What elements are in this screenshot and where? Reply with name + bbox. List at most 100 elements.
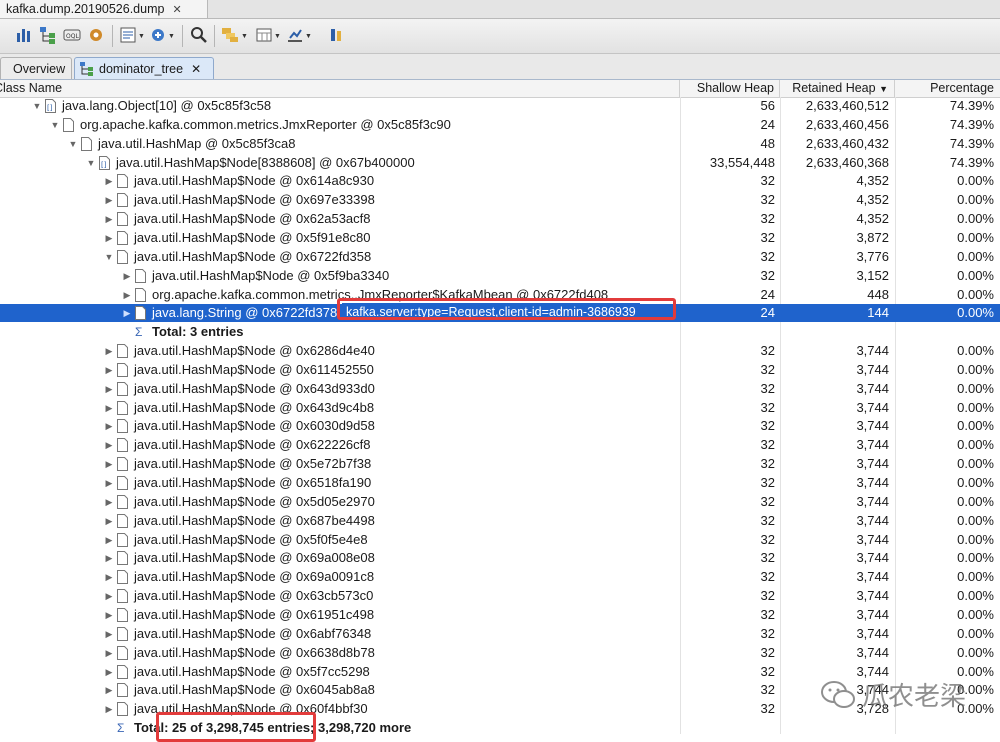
expand-icon[interactable]: ▶ — [103, 455, 115, 473]
expand-icon[interactable]: ▶ — [103, 587, 115, 605]
tab-overview[interactable]: Overview — [0, 57, 72, 79]
expand-icon[interactable]: ▶ — [103, 342, 115, 360]
tab-dominator-tree[interactable]: dominator_tree ✕ — [74, 57, 214, 79]
expand-icon[interactable]: ▶ — [103, 436, 115, 454]
collapse-icon[interactable]: ▼ — [31, 97, 43, 115]
pin-icon[interactable] — [327, 25, 347, 45]
total-row[interactable]: Σ Total: 3 entries — [0, 323, 1000, 341]
oql-icon[interactable]: OQL — [62, 25, 82, 45]
table-row[interactable]: ▼ org.apache.kafka.common.metrics.JmxRepo… — [0, 116, 1000, 134]
table-row[interactable]: ▶ java.util.HashMap$Node @ 0x643d933d0 32 3… — [0, 380, 1000, 398]
close-icon[interactable]: ✕ — [191, 62, 201, 76]
column-header-shallow-heap[interactable]: Shallow Heap — [680, 80, 780, 97]
expand-icon[interactable]: ▶ — [103, 663, 115, 681]
table-row[interactable]: ▶ java.util.HashMap$Node @ 0x69a008e08 32 3… — [0, 549, 1000, 567]
table-row[interactable]: ▶ java.util.HashMap$Node @ 0x5e72b7f38 32 3… — [0, 455, 1000, 473]
percentage-value: 74.39% — [949, 155, 994, 170]
expand-icon[interactable]: ▶ — [103, 229, 115, 247]
collapse-icon[interactable]: ▼ — [85, 154, 97, 172]
column-header-retained-heap[interactable]: Retained Heap ▼ — [780, 80, 895, 97]
expand-icon[interactable]: ▶ — [103, 493, 115, 511]
object-name: java.util.HashMap$Node @ 0x69a008e08 — [134, 550, 375, 565]
expand-icon[interactable]: ▶ — [103, 210, 115, 228]
object-name: java.util.HashMap$Node @ 0x6abf76348 — [134, 626, 372, 641]
object-name: java.lang.Object[10] @ 0x5c85f3c58 — [62, 98, 272, 113]
expand-icon[interactable]: ▶ — [103, 606, 115, 624]
table-row[interactable]: ▶ java.util.HashMap$Node @ 0x6030d9d58 32 3… — [0, 417, 1000, 435]
expand-icon[interactable]: ▶ — [103, 417, 115, 435]
expand-icon[interactable]: ▶ — [103, 681, 115, 699]
histogram-icon[interactable] — [14, 25, 34, 45]
query-browser-icon[interactable] — [148, 25, 168, 45]
object-name: java.util.HashMap$Node @ 0x62a53acf8 — [134, 211, 371, 226]
column-header-percentage[interactable]: Percentage — [895, 80, 1000, 97]
expand-icon[interactable]: ▶ — [103, 700, 115, 718]
table-row[interactable]: ▶ java.util.HashMap$Node @ 0x61951c498 32 3… — [0, 606, 1000, 624]
editor-tab-dump-file[interactable]: kafka.dump.20190526.dump ✕ — [0, 0, 208, 18]
table-row[interactable]: ▶ java.util.HashMap$Node @ 0x62a53acf8 32 4… — [0, 210, 1000, 228]
object-icon — [117, 419, 128, 433]
total-row[interactable]: Σ Total: 25 of 3,298,745 entries; 3,298,7… — [0, 719, 1000, 734]
table-row[interactable]: ▶ java.util.HashMap$Node @ 0x5d05e2970 32 3… — [0, 493, 1000, 511]
collapse-icon[interactable]: ▼ — [49, 116, 61, 134]
table-row[interactable]: ▶ java.util.HashMap$Node @ 0x687be4498 32 3… — [0, 512, 1000, 530]
object-icon — [135, 288, 146, 302]
collapse-icon[interactable]: ▼ — [103, 248, 115, 266]
reports-icon[interactable] — [118, 25, 138, 45]
table-row[interactable]: ▼ java.util.HashMap$Node @ 0x6722fd358 32 3… — [0, 248, 1000, 266]
table-row[interactable]: ▶ java.util.HashMap$Node @ 0x6638d8b78 32 3… — [0, 644, 1000, 662]
expand-icon[interactable]: ▶ — [103, 399, 115, 417]
table-row[interactable]: ▶ java.util.HashMap$Node @ 0x643d9c4b8 32 3… — [0, 399, 1000, 417]
object-name: java.util.HashMap$Node @ 0x5d05e2970 — [134, 494, 375, 509]
expand-icon[interactable]: ▶ — [103, 568, 115, 586]
svg-text:[]: [] — [47, 104, 53, 112]
expand-icon[interactable]: ▶ — [103, 549, 115, 567]
table-row[interactable]: ▶ java.util.HashMap$Node @ 0x6286d4e40 32 3… — [0, 342, 1000, 360]
expand-icon[interactable]: ▶ — [103, 474, 115, 492]
table-row[interactable]: ▶ java.util.HashMap$Node @ 0x69a0091c8 32 3… — [0, 568, 1000, 586]
expand-icon[interactable]: ▶ — [121, 267, 133, 285]
shallow-heap-value: 56 — [760, 98, 775, 113]
table-row[interactable]: ▶ java.util.HashMap$Node @ 0x622226cf8 32 3… — [0, 436, 1000, 454]
retained-heap-value: 3,744 — [856, 532, 889, 547]
group-icon[interactable] — [220, 25, 240, 45]
export-icon[interactable] — [285, 25, 305, 45]
object-icon — [117, 608, 128, 622]
thread-overview-icon[interactable] — [86, 25, 106, 45]
expand-icon[interactable]: ▶ — [103, 625, 115, 643]
table-row[interactable]: ▶ java.util.HashMap$Node @ 0x6518fa190 32 3… — [0, 474, 1000, 492]
shallow-heap-value: 32 — [760, 230, 775, 245]
expand-icon[interactable]: ▶ — [103, 512, 115, 530]
shallow-heap-value: 32 — [760, 400, 775, 415]
object-name: java.util.HashMap$Node @ 0x5f91e8c80 — [134, 230, 371, 245]
table-header: Class Name Shallow Heap Retained Heap ▼ … — [0, 80, 1000, 98]
column-header-class-name[interactable]: Class Name — [0, 80, 680, 97]
table-row[interactable]: ▶ java.util.HashMap$Node @ 0x5f0f5e4e8 32 3… — [0, 531, 1000, 549]
expand-icon[interactable]: ▶ — [121, 286, 133, 304]
collapse-icon[interactable]: ▼ — [67, 135, 79, 153]
table-row[interactable]: ▼ [] java.util.HashMap$Node[8388608] @ 0x6… — [0, 154, 1000, 172]
dominator-tree-icon[interactable] — [38, 25, 58, 45]
expand-icon[interactable]: ▶ — [103, 531, 115, 549]
table-row[interactable]: ▶ java.util.HashMap$Node @ 0x63cb573c0 32 3… — [0, 587, 1000, 605]
expand-icon[interactable]: ▶ — [103, 644, 115, 662]
table-row[interactable]: ▶ java.util.HashMap$Node @ 0x697e33398 32 4… — [0, 191, 1000, 209]
expand-icon[interactable]: ▶ — [103, 172, 115, 190]
retained-heap-value: 3,744 — [856, 607, 889, 622]
table-row[interactable]: ▶ java.util.HashMap$Node @ 0x6abf76348 32 3… — [0, 625, 1000, 643]
table-row[interactable]: ▼ [] java.lang.Object[10] @ 0x5c85f3c58 56 2… — [0, 97, 1000, 115]
close-icon[interactable]: ✕ — [172, 3, 181, 16]
expand-icon[interactable]: ▶ — [121, 304, 133, 322]
table-row[interactable]: ▶ java.util.HashMap$Node @ 0x611452550 32 3… — [0, 361, 1000, 379]
calculator-icon[interactable] — [254, 25, 274, 45]
table-row[interactable]: ▼ java.util.HashMap @ 0x5c85f3ca8 48 2,633,… — [0, 135, 1000, 153]
table-row[interactable]: ▶ java.util.HashMap$Node @ 0x5f91e8c80 32 3… — [0, 229, 1000, 247]
retained-heap-value: 3,744 — [856, 362, 889, 377]
expand-icon[interactable]: ▶ — [103, 380, 115, 398]
table-row[interactable]: ▶ java.util.HashMap$Node @ 0x5f9ba3340 32 3… — [0, 267, 1000, 285]
search-icon[interactable] — [189, 25, 209, 45]
table-row[interactable]: ▶ java.util.HashMap$Node @ 0x614a8c930 32 4… — [0, 172, 1000, 190]
expand-icon[interactable]: ▶ — [103, 361, 115, 379]
expand-icon[interactable]: ▶ — [103, 191, 115, 209]
percentage-value: 0.00% — [957, 381, 994, 396]
